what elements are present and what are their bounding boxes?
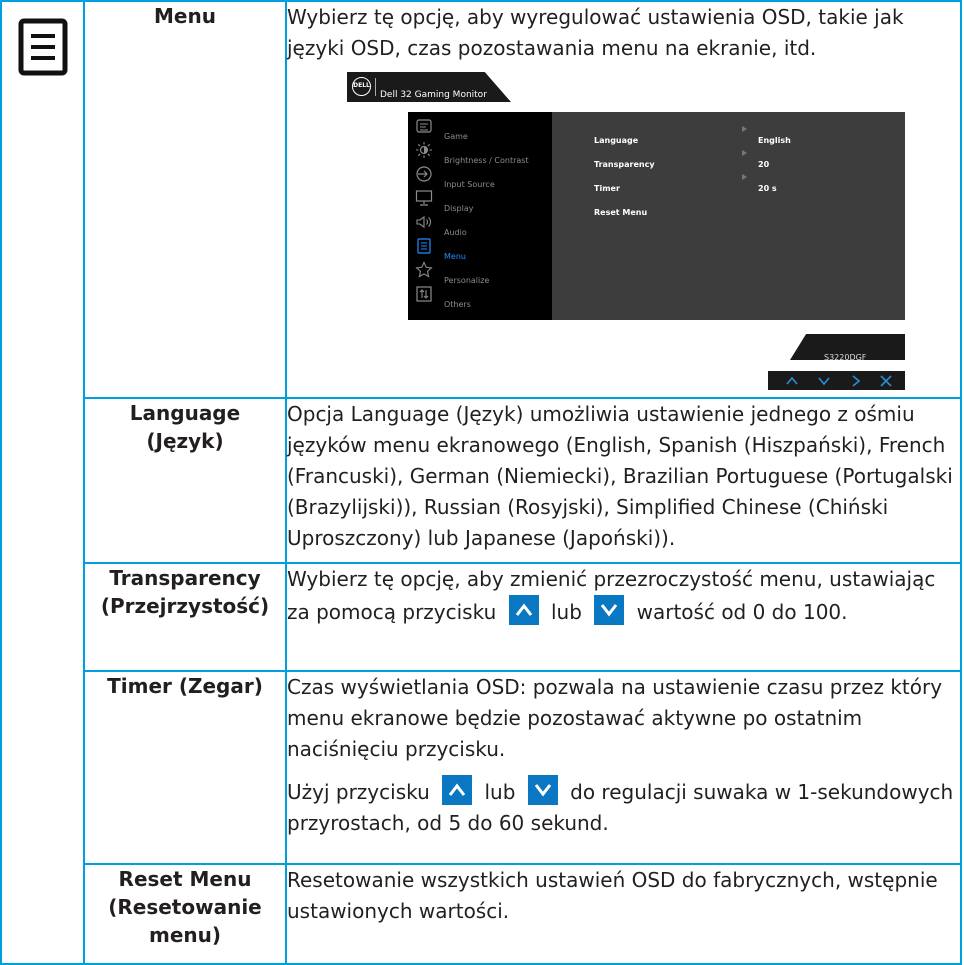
reset-description-text: Resetowanie wszystkich ustawień OSD do f… (287, 868, 938, 923)
osd-setting-reset-menu[interactable]: Reset Menu (594, 197, 647, 228)
model-name: S3220DGF (824, 353, 867, 362)
timer-description-text: Czas wyświetlania OSD: pozwala na ustawi… (287, 675, 943, 761)
option-name-text: Reset Menu (118, 867, 252, 891)
osd-item-menu[interactable]: Menu (408, 237, 552, 261)
table-row-language: Language (Język) Opcja Language (Język) … (1, 397, 962, 564)
up-button-icon (508, 595, 539, 625)
osd-sidebar: Game Brightness / Contrast Input Source (408, 112, 552, 320)
up-button-icon (442, 775, 473, 805)
menu-icon (417, 238, 431, 254)
option-name-text: Language (129, 401, 241, 425)
option-name-menu: Menu (83, 0, 287, 399)
down-arrow-icon[interactable] (815, 372, 833, 390)
game-icon (416, 119, 432, 133)
osd-title: Dell 32 Gaming Monitor (380, 90, 487, 100)
transparency-text-part3: wartość od 0 do 100. (636, 600, 848, 624)
option-name-timer: Timer (Zegar) (83, 670, 287, 865)
timer-description-paragraph2: Użyj przycisku lub do regulacji suwaka w… (287, 775, 960, 839)
down-button-icon (527, 775, 558, 805)
option-name-text: (Przejrzystość) (100, 594, 270, 618)
osd-nav-bar (768, 371, 905, 390)
osd-screenshot: DELL Dell 32 Gaming Monitor Game Brightn… (347, 72, 905, 390)
osd-item-game[interactable]: Game (408, 117, 552, 141)
option-description-timer: Czas wyświetlania OSD: pozwala na ustawi… (285, 670, 962, 865)
option-description-transparency: Wybierz tę opcję, aby zmienić przezroczy… (285, 562, 962, 672)
osd-item-others[interactable]: Others (408, 285, 552, 309)
option-name-text: menu) (148, 923, 222, 947)
option-name-reset: Reset Menu (Resetowanie menu) (83, 863, 287, 965)
table-row-reset: Reset Menu (Resetowanie menu) Resetowani… (1, 863, 962, 965)
icon-cell (0, 0, 85, 965)
option-name-transparency: Transparency (Przejrzystość) (83, 562, 287, 672)
title-separator (375, 78, 376, 96)
osd-item-audio[interactable]: Audio (408, 213, 552, 237)
osd-arrow-icon (742, 126, 747, 132)
manual-page: Menu Wybierz tę opcję, aby wyregulować u… (0, 0, 964, 965)
osd-item-input-source[interactable]: Input Source (408, 165, 552, 189)
option-description-menu: Wybierz tę opcję, aby wyregulować ustawi… (285, 0, 962, 399)
display-icon (415, 190, 433, 206)
option-name-text: Transparency (109, 566, 261, 590)
osd-arrow-icon (742, 150, 747, 156)
timer-text-part1: Użyj przycisku (287, 780, 430, 804)
audio-icon (416, 215, 431, 229)
brightness-icon (416, 142, 432, 158)
timer-text-part2: lub (484, 780, 516, 804)
option-description-language: Opcja Language (Język) umożliwia ustawie… (285, 397, 962, 564)
transparency-text-part2: lub (550, 600, 582, 624)
input-source-icon (416, 166, 432, 182)
option-name-text: (Resetowanie (108, 895, 262, 919)
table-row-menu: Menu Wybierz tę opcję, aby wyregulować u… (0, 0, 962, 965)
osd-arrow-icon (742, 174, 747, 180)
table-row-timer: Timer (Zegar) Czas wyświetlania OSD: poz… (1, 670, 962, 865)
close-icon[interactable] (877, 372, 895, 390)
osd-item-display[interactable]: Display (408, 189, 552, 213)
osd-item-brightness-contrast[interactable]: Brightness / Contrast (408, 141, 552, 165)
down-button-icon (594, 595, 625, 625)
table-row-transparency: Transparency (Przejrzystość) Wybierz tę … (1, 562, 962, 672)
osd-item-personalize[interactable]: Personalize (408, 261, 552, 285)
language-description-text: Opcja Language (Język) umożliwia ustawie… (287, 402, 953, 550)
osd-item-label: Others (444, 300, 471, 309)
option-name-text: Timer (Zegar) (107, 674, 263, 698)
menu-description-text: Wybierz tę opcję, aby wyregulować ustawi… (287, 5, 904, 60)
option-description-reset: Resetowanie wszystkich ustawień OSD do f… (285, 863, 962, 965)
osd-panel: Game Brightness / Contrast Input Source (408, 112, 905, 320)
osd-title-tab: DELL Dell 32 Gaming Monitor (347, 72, 511, 102)
menu-icon (18, 18, 68, 76)
dell-logo: DELL (352, 77, 371, 96)
star-icon (415, 261, 433, 278)
model-bar: S3220DGF (790, 334, 905, 360)
up-arrow-icon[interactable] (783, 372, 801, 390)
others-icon (416, 286, 432, 302)
option-name-language: Language (Język) (83, 397, 287, 564)
option-name-text: Menu (154, 4, 216, 28)
option-name-text: (Język) (146, 429, 224, 453)
osd-menu-table: Menu Wybierz tę opcję, aby wyregulować u… (0, 0, 962, 965)
right-arrow-icon[interactable] (847, 372, 865, 390)
osd-value-timer: 20 s (758, 184, 777, 193)
